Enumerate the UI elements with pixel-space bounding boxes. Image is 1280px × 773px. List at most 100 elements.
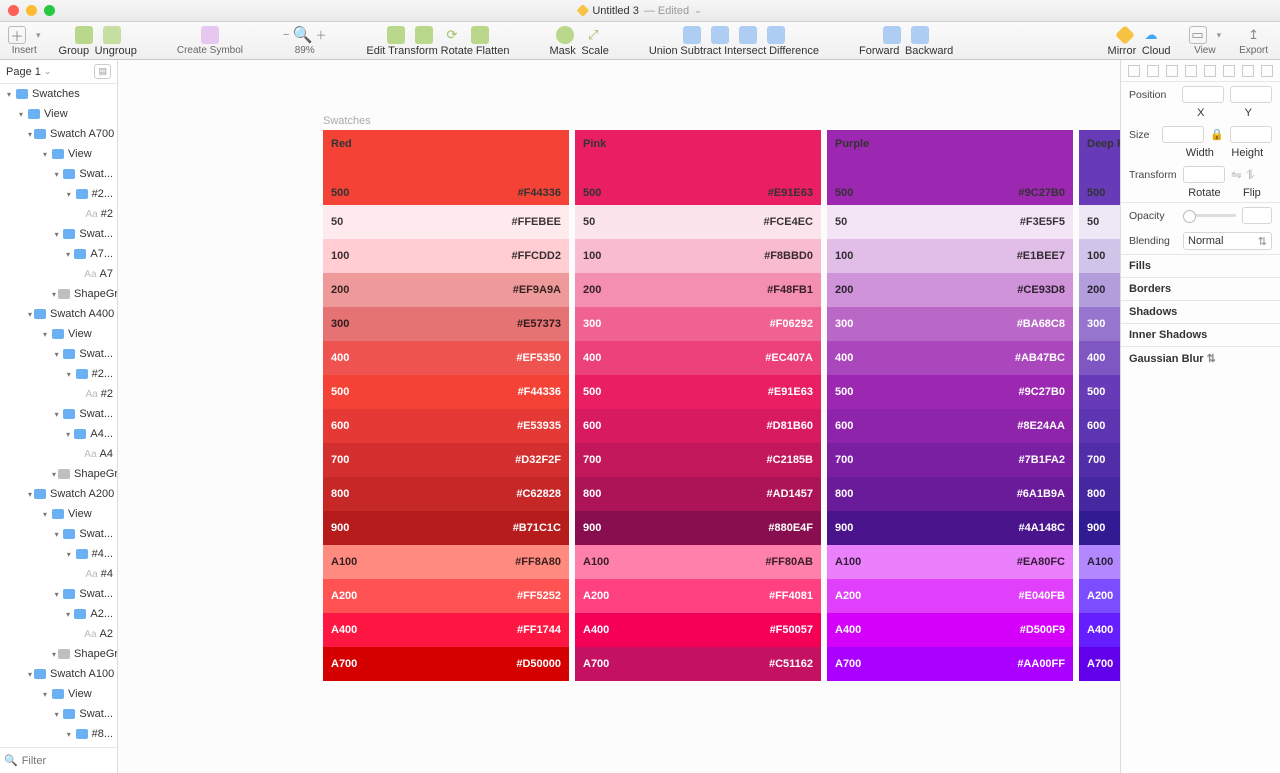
rotate-icon[interactable]: ⟳ [443,26,461,44]
swatch-row[interactable]: 200#CE93D8 [827,273,1073,307]
layer-item[interactable]: ▾A7... [0,244,117,264]
layer-item[interactable]: Aa#2 [0,204,117,224]
swatch-row[interactable]: A400 [1079,613,1120,647]
layer-item[interactable]: ▾View [0,104,117,124]
layer-item[interactable]: ▾Swat... [0,404,117,424]
swatch-row[interactable]: A100#FF80AB [575,545,821,579]
swatch-row[interactable]: 800#6A1B9A [827,477,1073,511]
gaussian-blur-section[interactable]: Gaussian Blur ⇅ [1121,346,1280,370]
swatch-row[interactable]: 100#E1BEE7 [827,239,1073,273]
layer-item[interactable]: AaA7 [0,264,117,284]
group-icon[interactable] [75,26,93,44]
swatch-row[interactable]: A700#AA00FF [827,647,1073,681]
swatch-row[interactable]: 300#E57373 [323,307,569,341]
page-options-icon[interactable]: ▤ [94,64,111,79]
swatch-row[interactable]: 700#D32F2F [323,443,569,477]
inner-shadows-section[interactable]: Inner Shadows [1121,323,1280,346]
align-toolbar[interactable] [1121,60,1280,82]
swatch-row[interactable]: 900#B71C1C [323,511,569,545]
shadows-section[interactable]: Shadows [1121,300,1280,323]
mask-icon[interactable] [556,26,574,44]
swatch-row[interactable]: 700#7B1FA2 [827,443,1073,477]
backward-icon[interactable] [911,26,929,44]
swatch-row[interactable]: 100#F8BBD0 [575,239,821,273]
artboard-label[interactable]: Swatches [323,115,371,127]
swatch-row[interactable]: A200 [1079,579,1120,613]
layer-item[interactable]: ▾View [0,684,117,704]
layer-item[interactable]: ▾Swatches [0,84,117,104]
swatch-row[interactable]: 900#4A148C [827,511,1073,545]
swatch-row[interactable]: 50#FCE4EC [575,205,821,239]
layer-item[interactable]: ▾A4... [0,424,117,444]
layer-item[interactable]: ▾#4... [0,544,117,564]
swatch-row[interactable]: 900 [1079,511,1120,545]
minimize-window-icon[interactable] [26,5,37,16]
intersect-icon[interactable] [739,26,757,44]
swatch-row[interactable]: 800#AD1457 [575,477,821,511]
swatch-row[interactable]: 800#C62828 [323,477,569,511]
layer-item[interactable]: ▾Swat... [0,704,117,724]
swatch-row[interactable]: 200 [1079,273,1120,307]
layer-item[interactable]: Aa#2 [0,384,117,404]
canvas[interactable]: Swatches Red500#F4433650#FFEBEE100#FFCDD… [118,60,1120,773]
export-icon[interactable]: ↥ [1245,26,1263,44]
swatch-row[interactable]: 400#EF5350 [323,341,569,375]
layer-item[interactable]: ▾View [0,144,117,164]
blending-select[interactable]: Normal⇅ [1183,232,1272,250]
swatch-row[interactable]: 600#D81B60 [575,409,821,443]
swatch-row[interactable]: 700#C2185B [575,443,821,477]
layer-item[interactable]: ▾Swat... [0,164,117,184]
swatch-row[interactable]: 300 [1079,307,1120,341]
swatch-row[interactable]: 600#E53935 [323,409,569,443]
layer-item[interactable]: ▾View [0,504,117,524]
layer-item[interactable]: Aa#4 [0,564,117,584]
swatch-row[interactable]: A100#EA80FC [827,545,1073,579]
layer-item[interactable]: ▾Swat... [0,224,117,244]
swatch-row[interactable]: 400#AB47BC [827,341,1073,375]
ungroup-icon[interactable] [103,26,121,44]
color-header[interactable]: Red500#F44336 [323,130,569,205]
position-y-input[interactable] [1230,86,1272,103]
swatch-row[interactable]: 100#FFCDD2 [323,239,569,273]
difference-icon[interactable] [767,26,785,44]
opacity-input[interactable] [1242,207,1272,224]
swatch-row[interactable]: A100#FF8A80 [323,545,569,579]
zoom-control[interactable]: −🔍＋ [283,25,326,45]
swatch-row[interactable]: 50#F3E5F5 [827,205,1073,239]
layer-item[interactable]: ▾ShapeGr... [0,464,117,484]
fills-section[interactable]: Fills [1121,254,1280,277]
layer-item[interactable]: AaA4 [0,444,117,464]
swatch-row[interactable]: A100 [1079,545,1120,579]
scale-icon[interactable]: ⤢ [584,26,602,44]
width-input[interactable] [1162,126,1204,143]
subtract-icon[interactable] [711,26,729,44]
swatch-row[interactable]: A200#E040FB [827,579,1073,613]
swatch-row[interactable]: 500#9C27B0 [827,375,1073,409]
insert-icon[interactable]: ＋ [8,26,26,44]
swatch-row[interactable]: 400#EC407A [575,341,821,375]
layer-item[interactable]: ▾Swatch A200 [0,484,117,504]
swatch-row[interactable]: A400#D500F9 [827,613,1073,647]
page-selector[interactable]: Page 1⌄ ▤ [0,60,117,84]
swatch-row[interactable]: 400 [1079,341,1120,375]
swatch-row[interactable]: A700 [1079,647,1120,681]
layer-item[interactable]: ▾#2... [0,364,117,384]
swatch-row[interactable]: A700#C51162 [575,647,821,681]
layer-item[interactable]: ▾Swat... [0,524,117,544]
layer-item[interactable]: ▾#2... [0,184,117,204]
swatch-row[interactable]: 300#BA68C8 [827,307,1073,341]
layer-item[interactable]: ▾View [0,324,117,344]
swatch-row[interactable]: A400#FF1744 [323,613,569,647]
edit-icon[interactable] [387,26,405,44]
swatch-row[interactable]: 500 [1079,375,1120,409]
layer-item[interactable]: ▾#8... [0,724,117,744]
swatch-row[interactable]: 600#8E24AA [827,409,1073,443]
union-icon[interactable] [683,26,701,44]
color-header[interactable]: Pink500#E91E63 [575,130,821,205]
swatch-row[interactable]: A200#FF4081 [575,579,821,613]
create-symbol-icon[interactable] [201,26,219,44]
swatch-row[interactable]: 900#880E4F [575,511,821,545]
position-x-input[interactable] [1182,86,1224,103]
swatch-row[interactable]: 600 [1079,409,1120,443]
swatch-row[interactable]: 200#EF9A9A [323,273,569,307]
